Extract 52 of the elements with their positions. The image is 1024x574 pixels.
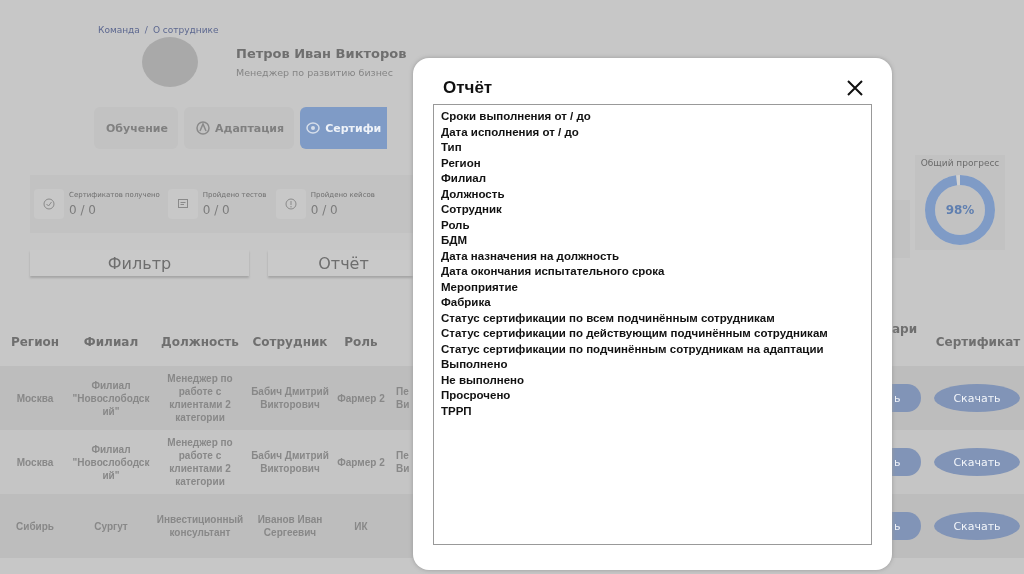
list-item[interactable]: Филиал [441, 171, 864, 187]
list-item[interactable]: Роль [441, 217, 864, 233]
list-item[interactable]: ТРРП [441, 403, 864, 419]
dialog-title: Отчёт [442, 78, 493, 98]
list-item[interactable]: Статус сертификации по действующим подчинённым сотрудникам [441, 326, 864, 342]
list-item[interactable]: Статус сертификации по подчинённым сотрудникам на адаптации [441, 341, 864, 357]
column-header: Сертификат [934, 335, 1022, 349]
column-header: ари [892, 321, 919, 336]
check-icon [43, 198, 55, 210]
list-item[interactable]: Статус сертификации по всем подчинённым сотрудникам [441, 310, 864, 326]
list-item[interactable]: Не выполнено [441, 372, 864, 388]
stats-panel [892, 200, 910, 258]
employee-name: Петров Иван Викторов [236, 46, 407, 61]
list-item[interactable]: Фабрика [441, 295, 864, 311]
list-item[interactable]: Просрочено [441, 388, 864, 404]
list-item[interactable]: Регион [441, 155, 864, 171]
list-item[interactable]: Выполнено [441, 357, 864, 373]
list-item[interactable]: БДМ [441, 233, 864, 249]
list-item[interactable]: Тип [441, 140, 864, 156]
table-cell-text: Филиал "Новослободский" [71, 442, 151, 482]
badge-icon [196, 121, 210, 135]
table-cell-text: Пе Ви [395, 449, 411, 475]
report-field-list[interactable] [433, 104, 872, 545]
progress-value: 98% [944, 202, 976, 218]
list-item[interactable]: Сроки выполнения от / до [441, 109, 864, 125]
list-item[interactable]: Должность [441, 186, 864, 202]
employee-position: Менеджер по развитию бизнес [236, 67, 394, 78]
table-cell-text: Бабич Дмитрий Викторович [250, 449, 330, 475]
list-item[interactable]: Сотрудник [441, 202, 864, 218]
table-cell-text: Москва [15, 455, 55, 469]
column-header: Регион [9, 335, 61, 349]
breadcrumb-separator: / [144, 24, 148, 36]
list-item[interactable]: Дата назначения на должность [441, 248, 864, 264]
table-cell-text: Менеджер по работе с клиентами 2 категории [166, 436, 234, 488]
avatar [142, 37, 198, 87]
list-item[interactable]: Дата исполнения от / до [441, 124, 864, 140]
info-icon [284, 198, 297, 210]
breadcrumb-current: О сотруднике [152, 24, 219, 36]
list-item[interactable]: Дата окончания испытательного срока [441, 264, 864, 280]
stat-value: 0 / 0 [69, 203, 97, 217]
column-header: Сотрудник [251, 335, 329, 349]
stat-value: 0 / 0 [202, 203, 231, 217]
progress-label: Общий прогресс [920, 158, 1000, 168]
list-item[interactable]: Мероприятие [441, 279, 864, 295]
column-header: Филиал [82, 335, 140, 349]
eye-icon [306, 121, 321, 135]
column-header: Роль [343, 335, 379, 349]
stat-value: 0 / 0 [310, 203, 339, 217]
table-cell-text: Фармер 2 [336, 455, 386, 469]
column-header: Должность [160, 335, 240, 349]
close-icon[interactable] [845, 78, 865, 98]
document-icon [176, 198, 189, 210]
